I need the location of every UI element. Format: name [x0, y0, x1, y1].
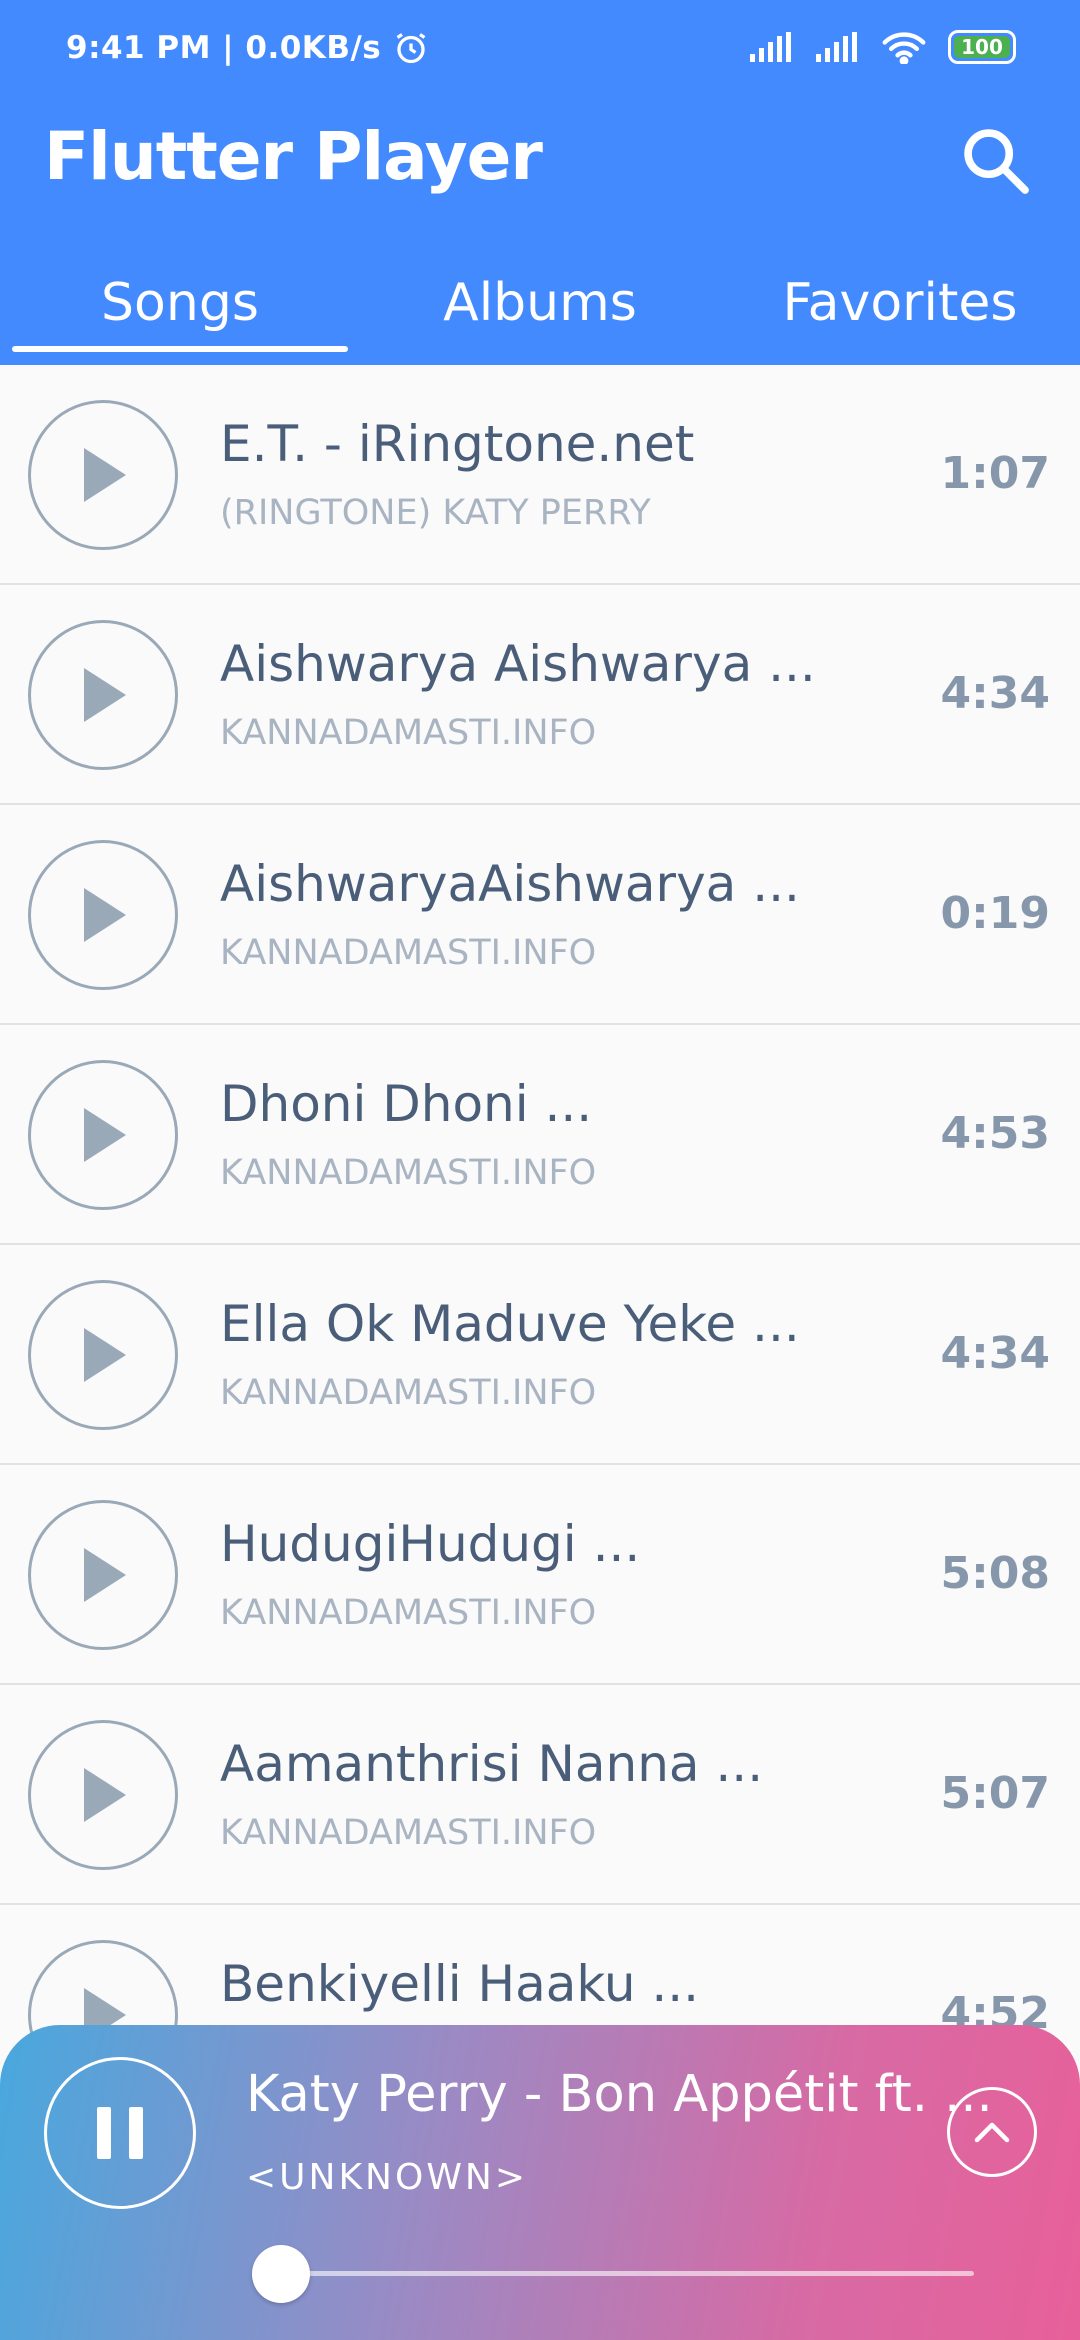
- song-title: AishwaryaAishwarya ...: [220, 855, 800, 913]
- song-duration: 0:19: [940, 888, 1050, 939]
- progress-thumb[interactable]: [251, 2245, 310, 2303]
- song-title: Aishwarya Aishwarya ...: [220, 635, 816, 693]
- pause-icon: [97, 2107, 143, 2159]
- song-title: Ella Ok Maduve Yeke ...: [220, 1295, 800, 1353]
- song-artist: KANNADAMASTI.INFO: [220, 713, 597, 753]
- play-icon: [84, 668, 126, 722]
- song-list-item[interactable]: AishwaryaAishwarya ... KANNADAMASTI.INFO…: [0, 805, 1080, 1025]
- song-duration: 4:34: [940, 1328, 1050, 1379]
- song-duration: 5:08: [940, 1548, 1050, 1599]
- signal-icon-2: [816, 32, 857, 62]
- song-title: Benkiyelli Haaku ...: [220, 1955, 700, 2013]
- song-list-item[interactable]: E.T. - iRingtone.net (RINGTONE) KATY PER…: [0, 365, 1080, 585]
- signal-icon: [750, 32, 791, 62]
- song-artist: KANNADAMASTI.INFO: [220, 1813, 597, 1853]
- song-duration: 4:34: [940, 668, 1050, 719]
- chevron-up-icon: [974, 2122, 1010, 2143]
- search-button[interactable]: [950, 115, 1040, 205]
- song-list-item[interactable]: HudugiHudugi ... KANNADAMASTI.INFO 5:08: [0, 1465, 1080, 1685]
- song-duration: 4:53: [940, 1108, 1050, 1159]
- status-right: 100: [750, 30, 1016, 64]
- song-artist: KANNADAMASTI.INFO: [220, 933, 597, 973]
- now-playing-artist: <UNKNOWN>: [246, 2157, 529, 2198]
- song-artist: (RINGTONE) KATY PERRY: [220, 493, 651, 533]
- now-playing-title: Katy Perry - Bon Appétit ft. ...: [246, 2065, 993, 2124]
- play-button[interactable]: [28, 1280, 178, 1430]
- progress-slider[interactable]: [251, 2245, 974, 2303]
- play-button[interactable]: [28, 400, 178, 550]
- wifi-icon: [882, 32, 926, 64]
- song-artist: KANNADAMASTI.INFO: [220, 1593, 597, 1633]
- song-list-item[interactable]: Aamanthrisi Nanna ... KANNADAMASTI.INFO …: [0, 1685, 1080, 1905]
- app-title: Flutter Player: [44, 118, 543, 195]
- song-list-item[interactable]: Ella Ok Maduve Yeke ... KANNADAMASTI.INF…: [0, 1245, 1080, 1465]
- song-title: HudugiHudugi ...: [220, 1515, 641, 1573]
- pause-button[interactable]: [44, 2057, 196, 2209]
- status-bar: 9:41 PM | 0.0KB/s 100: [0, 0, 1080, 100]
- play-button[interactable]: [28, 1060, 178, 1210]
- tab-favorites-label: Favorites: [782, 273, 1018, 333]
- song-list: E.T. - iRingtone.net (RINGTONE) KATY PER…: [0, 365, 1080, 2125]
- app-bar: 9:41 PM | 0.0KB/s 100 Flutter Player Son…: [0, 0, 1080, 365]
- play-button[interactable]: [28, 620, 178, 770]
- tab-indicator: [12, 346, 348, 352]
- alarm-icon: [396, 33, 426, 64]
- song-list-item[interactable]: Dhoni Dhoni ... KANNADAMASTI.INFO 4:53: [0, 1025, 1080, 1245]
- song-artist: KANNADAMASTI.INFO: [220, 1153, 597, 1193]
- search-icon: [964, 129, 1029, 194]
- play-button[interactable]: [28, 1500, 178, 1650]
- song-duration: 5:07: [940, 1768, 1050, 1819]
- play-icon: [84, 1548, 126, 1602]
- song-artist: KANNADAMASTI.INFO: [220, 1373, 597, 1413]
- song-title: Aamanthrisi Nanna ...: [220, 1735, 764, 1793]
- play-button[interactable]: [28, 1720, 178, 1870]
- song-title: Dhoni Dhoni ...: [220, 1075, 593, 1133]
- expand-player-button[interactable]: [947, 2087, 1037, 2177]
- play-button[interactable]: [28, 840, 178, 990]
- battery-icon: 100: [948, 30, 1016, 64]
- song-list-item[interactable]: Aishwarya Aishwarya ... KANNADAMASTI.INF…: [0, 585, 1080, 805]
- tab-songs-label: Songs: [101, 273, 259, 333]
- tab-favorites[interactable]: Favorites: [720, 255, 1080, 365]
- play-icon: [84, 448, 126, 502]
- play-icon: [84, 888, 126, 942]
- play-icon: [84, 1108, 126, 1162]
- tab-albums[interactable]: Albums: [360, 255, 720, 365]
- play-icon: [84, 1768, 126, 1822]
- play-icon: [84, 1328, 126, 1382]
- status-time: 9:41 PM | 0.0KB/s: [66, 30, 382, 66]
- song-title: E.T. - iRingtone.net: [220, 415, 695, 473]
- song-duration: 1:07: [940, 448, 1050, 499]
- now-playing-bar[interactable]: Katy Perry - Bon Appétit ft. ... <UNKNOW…: [0, 2025, 1080, 2340]
- tab-albums-label: Albums: [443, 273, 637, 333]
- status-left: 9:41 PM | 0.0KB/s: [66, 30, 429, 66]
- battery-level: 100: [961, 35, 1003, 59]
